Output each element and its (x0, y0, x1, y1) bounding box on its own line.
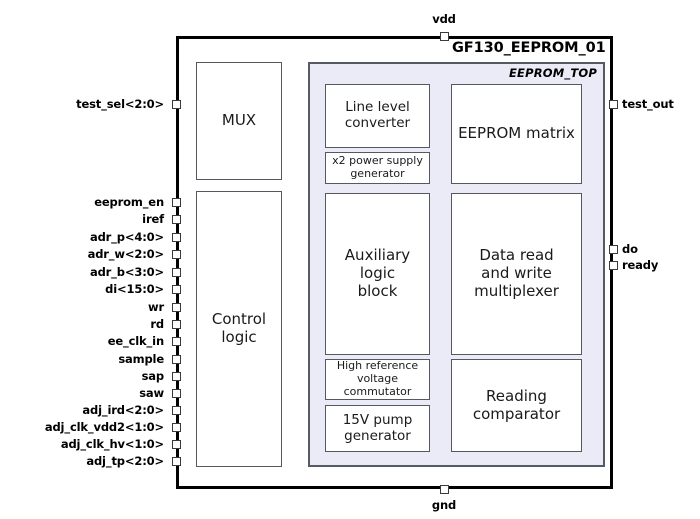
block-data-read-write-multiplexer: Data read and write multiplexer (451, 193, 582, 355)
pin-label-gnd: gnd (431, 498, 457, 512)
pin-test_out (608, 99, 618, 109)
pin-adr_p (171, 232, 181, 242)
block-line-level-converter-label: Line level converter (344, 99, 411, 131)
pin-adj_ird (171, 405, 181, 415)
pin-eeprom_en (171, 197, 181, 207)
pin-adj_clk_vdd2 (171, 422, 181, 432)
pin-label-sample: sample (118, 352, 164, 366)
block-x2-power-supply-generator-label: x2 power supply generator (332, 154, 423, 180)
pin-iref (171, 214, 181, 224)
block-mux-label: MUX (221, 111, 257, 130)
pin-label-adr_b: adr_b<3:0> (89, 265, 164, 279)
pin-label-sap: sap (141, 369, 165, 383)
pin-gnd (439, 484, 449, 494)
pin-label-adj_ird: adj_ird<2:0> (82, 403, 164, 417)
pin-di (171, 284, 181, 294)
block-high-reference-voltage-commutator-label: High reference voltage commutator (336, 359, 419, 398)
pin-rd (171, 319, 181, 329)
pin-label-vdd: vdd (432, 12, 456, 26)
pin-label-adj_clk_hv: adj_clk_hv<1:0> (60, 437, 164, 451)
pin-label-adr_p: adr_p<4:0> (89, 230, 164, 244)
block-15v-pump-generator: 15V pump generator (325, 405, 430, 452)
pin-label-rd: rd (150, 317, 164, 331)
block-auxiliary-logic-label: Auxiliary logic block (344, 246, 411, 300)
pin-label-do: do (622, 242, 638, 256)
block-mux: MUX (196, 62, 282, 180)
block-control-logic-label: Control logic (211, 310, 267, 346)
block-eeprom-matrix-label: EEPROM matrix (458, 124, 575, 143)
pin-label-wr: wr (148, 300, 164, 314)
pin-vdd (439, 31, 449, 41)
pin-label-test_out: test_out (622, 97, 674, 111)
pin-test_sel (171, 99, 181, 109)
block-eeprom-matrix: EEPROM matrix (451, 84, 582, 184)
pin-sample (171, 354, 181, 364)
block-data-read-write-multiplexer-label: Data read and write multiplexer (474, 246, 559, 300)
block-reading-comparator: Reading comparator (451, 359, 582, 452)
pin-do (608, 244, 618, 254)
pin-label-ready: ready (622, 258, 659, 272)
pin-adr_w (171, 249, 181, 259)
block-control-logic: Control logic (196, 191, 282, 467)
pin-sap (171, 371, 181, 381)
pin-adj_tp (171, 456, 181, 466)
pin-ready (608, 260, 618, 270)
pin-adj_clk_hv (171, 439, 181, 449)
block-high-reference-voltage-commutator: High reference voltage commutator (325, 359, 430, 400)
pin-ee_clk_in (171, 336, 181, 346)
block-x2-power-supply-generator: x2 power supply generator (325, 152, 430, 184)
block-line-level-converter: Line level converter (325, 84, 430, 148)
pin-label-iref: iref (142, 212, 164, 226)
pin-label-test_sel: test_sel<2:0> (76, 97, 164, 111)
pin-label-saw: saw (139, 386, 164, 400)
pin-label-eeprom_en: eeprom_en (94, 195, 164, 209)
eeprom-top-label: EEPROM_TOP (508, 66, 597, 80)
chip-title: GF130_EEPROM_01 (452, 40, 606, 56)
pin-saw (171, 388, 181, 398)
pin-label-ee_clk_in: ee_clk_in (107, 334, 164, 348)
pin-label-adr_w: adr_w<2:0> (87, 247, 165, 261)
block-auxiliary-logic: Auxiliary logic block (325, 193, 430, 355)
pin-label-adj_tp: adj_tp<2:0> (86, 454, 164, 468)
pin-label-di: di<15:0> (105, 282, 164, 296)
pin-wr (171, 302, 181, 312)
pin-adr_b (171, 267, 181, 277)
block-diagram-canvas: GF130_EEPROM_01 EEPROM_TOP MUX Control l… (0, 0, 700, 519)
pin-label-adj_clk_vdd2: adj_clk_vdd2<1:0> (44, 420, 164, 434)
block-reading-comparator-label: Reading comparator (472, 386, 561, 423)
block-15v-pump-generator-label: 15V pump generator (342, 411, 413, 444)
